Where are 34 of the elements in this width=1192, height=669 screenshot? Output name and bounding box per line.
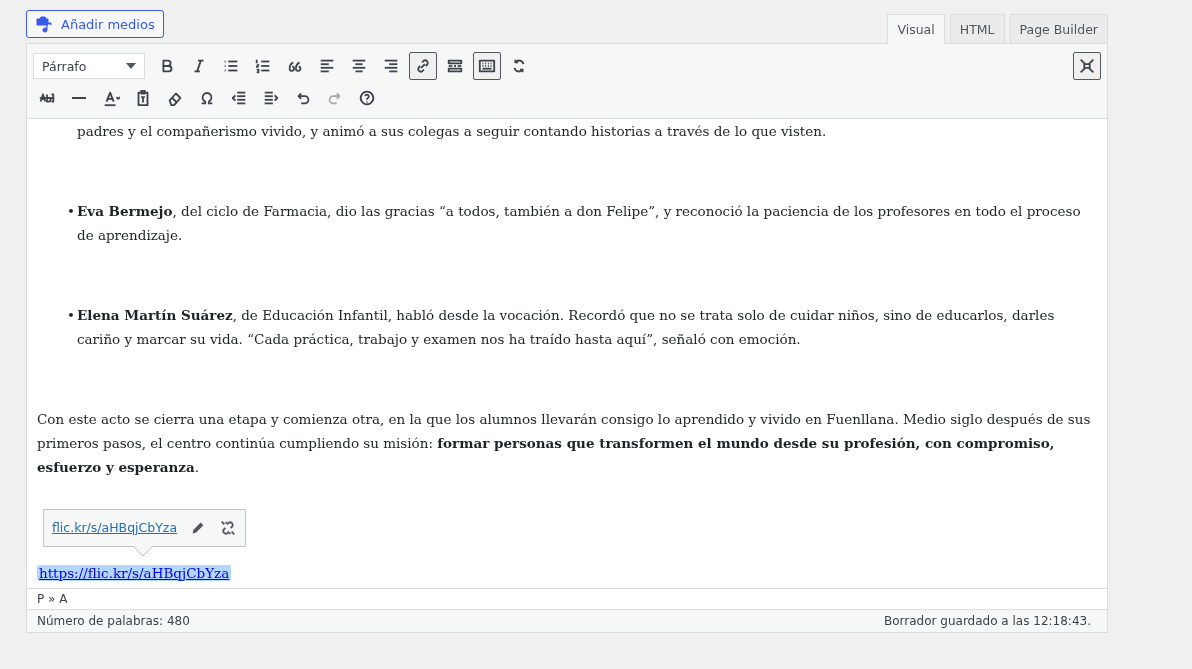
fullscreen-icon	[1078, 57, 1096, 75]
help-icon	[358, 89, 376, 107]
link-button[interactable]	[409, 52, 437, 80]
numbered-list-icon	[254, 57, 272, 75]
editor-tab[interactable]: Visual	[887, 14, 945, 44]
toolbar-toggle-button[interactable]	[473, 52, 501, 80]
list-item-text: padres y el compañerismo vivido, y animó a sus colegas a seguir contando historias a través de lo que visten.	[77, 122, 828, 141]
link-icon	[414, 57, 432, 75]
paragraph: Con este acto se cierra una etapa y comienza otra, en la que los alumnos llevarán consigo lo aprendido y vivido en Fuenllana. Medio siglo después de sus primeros pasos, el centro continúa cumpliendo su misión: formar personas que transformen el mundo desde su profesión, con compromiso, esfuerzo y esperanza.	[37, 410, 1092, 477]
hyperlink[interactable]: https://flic.kr/s/aHBqjCbYza	[37, 565, 232, 581]
caret-icon	[126, 63, 136, 69]
format-dropdown[interactable]: Párrafo	[33, 53, 145, 79]
text-color-icon	[102, 89, 120, 107]
list-item-text: Eva Bermejo, del ciclo de Farmacia, dio las gracias “a todos, también a don Felipe”, y reconoció la paciencia de los profesores en todo el proceso de aprendizaje.	[77, 202, 1082, 245]
read-more-icon	[446, 57, 464, 75]
align-right-icon	[382, 57, 400, 75]
keyboard-icon	[478, 57, 496, 75]
draft-status: Borrador guardado a las 12:18:43.	[884, 614, 1091, 628]
horizontal-line-icon	[71, 96, 87, 100]
link-url[interactable]: flic.kr/s/aHBqjCbYza	[52, 516, 178, 540]
align-left-icon	[318, 57, 336, 75]
unlink-icon[interactable]	[219, 519, 238, 537]
bullet-marker: •	[67, 306, 76, 325]
list-item-text: Elena Martín Suárez, de Educación Infantil, habló desde la vocación. Recordó que no se trata solo de cuidar niños, sino de educarlos, darles cariño y marcar su vida. “Cada práctica, trabajo y examen nos ha traído hasta aquí”, señaló con emoción.	[77, 306, 1056, 349]
editor-tab[interactable]: HTML	[949, 14, 1005, 43]
add-media-button[interactable]: Añadir medios	[26, 10, 164, 38]
bullet-marker: •	[67, 202, 76, 221]
outdent-icon	[230, 89, 248, 107]
indent-icon	[262, 89, 280, 107]
align-center-icon	[350, 57, 368, 75]
editor-tab[interactable]: Page Builder	[1009, 14, 1108, 43]
element-path: P » A	[37, 592, 68, 606]
fullscreen-button[interactable]	[1073, 52, 1101, 80]
word-count: Número de palabras: 480	[37, 614, 190, 628]
